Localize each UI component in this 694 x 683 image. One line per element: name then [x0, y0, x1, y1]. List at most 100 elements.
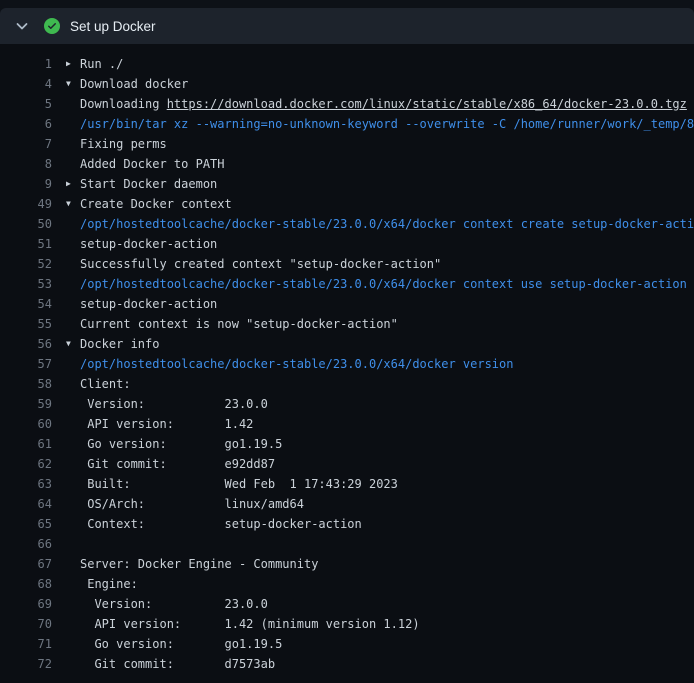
line-number[interactable]: 65 — [0, 514, 52, 534]
log-group-toggle[interactable]: 4 ▼ Download docker — [0, 74, 694, 94]
log-line: 59 Version: 23.0.0 — [0, 394, 694, 414]
log-text: Successfully created context "setup-dock… — [80, 254, 441, 274]
disclosure-icon — [66, 534, 80, 554]
log-text: /usr/bin/tar xz --warning=no-unknown-key… — [80, 114, 694, 134]
log-line: 61 Go version: go1.19.5 — [0, 434, 694, 454]
log-group-toggle[interactable]: 1 ▶ Run ./ — [0, 54, 694, 74]
line-number[interactable]: 49 — [0, 194, 52, 214]
log-text: Added Docker to PATH — [80, 154, 225, 174]
line-number[interactable]: 1 — [0, 54, 52, 74]
log-line: 6 /usr/bin/tar xz --warning=no-unknown-k… — [0, 114, 694, 134]
log-line: 68 Engine: — [0, 574, 694, 594]
log-line: 62 Git commit: e92dd87 — [0, 454, 694, 474]
disclosure-icon — [66, 274, 80, 294]
log-group-toggle[interactable]: 56 ▼ Docker info — [0, 334, 694, 354]
log-line: 70 API version: 1.42 (minimum version 1.… — [0, 614, 694, 634]
triangle-right-icon: ▶ — [66, 54, 80, 74]
log-line: 67 Server: Docker Engine - Community — [0, 554, 694, 574]
log-link[interactable]: https://download.docker.com/linux/static… — [167, 97, 687, 111]
disclosure-icon — [66, 294, 80, 314]
line-number[interactable]: 70 — [0, 614, 52, 634]
log-line: 71 Go version: go1.19.5 — [0, 634, 694, 654]
line-number[interactable]: 60 — [0, 414, 52, 434]
line-number[interactable]: 63 — [0, 474, 52, 494]
log-text: Download docker — [80, 74, 188, 94]
step-title: Set up Docker — [70, 19, 156, 34]
log-line: 55 Current context is now "setup-docker-… — [0, 314, 694, 334]
triangle-down-icon: ▼ — [66, 74, 80, 94]
disclosure-icon — [66, 394, 80, 414]
log-line: 72 Git commit: d7573ab — [0, 654, 694, 674]
line-number[interactable]: 50 — [0, 214, 52, 234]
log-text: Start Docker daemon — [80, 174, 217, 194]
log-text: Built: Wed Feb 1 17:43:29 2023 — [80, 474, 398, 494]
line-number[interactable]: 56 — [0, 334, 52, 354]
log-text: Downloading https://download.docker.com/… — [80, 94, 687, 114]
line-number[interactable]: 6 — [0, 114, 52, 134]
log-group-toggle[interactable]: 9 ▶ Start Docker daemon — [0, 174, 694, 194]
log-text: /opt/hostedtoolcache/docker-stable/23.0.… — [80, 214, 694, 234]
triangle-right-icon: ▶ — [66, 174, 80, 194]
disclosure-icon — [66, 474, 80, 494]
disclosure-icon — [66, 434, 80, 454]
log-line: 53 /opt/hostedtoolcache/docker-stable/23… — [0, 274, 694, 294]
line-number[interactable]: 66 — [0, 534, 52, 554]
log-line: 58 Client: — [0, 374, 694, 394]
line-number[interactable]: 54 — [0, 294, 52, 314]
line-number[interactable]: 57 — [0, 354, 52, 374]
log-text: Server: Docker Engine - Community — [80, 554, 318, 574]
step-header[interactable]: Set up Docker — [0, 8, 694, 44]
log-line: 52 Successfully created context "setup-d… — [0, 254, 694, 274]
disclosure-icon — [66, 134, 80, 154]
log-text: Version: 23.0.0 — [80, 594, 268, 614]
line-number[interactable]: 68 — [0, 574, 52, 594]
chevron-down-icon[interactable] — [14, 18, 30, 34]
line-number[interactable]: 58 — [0, 374, 52, 394]
disclosure-icon — [66, 554, 80, 574]
log-text: Engine: — [80, 574, 138, 594]
line-number[interactable]: 5 — [0, 94, 52, 114]
line-number[interactable]: 64 — [0, 494, 52, 514]
log-line: 69 Version: 23.0.0 — [0, 594, 694, 614]
line-number[interactable]: 53 — [0, 274, 52, 294]
line-number[interactable]: 4 — [0, 74, 52, 94]
log-text: setup-docker-action — [80, 294, 217, 314]
line-number[interactable]: 71 — [0, 634, 52, 654]
log-line: 57 /opt/hostedtoolcache/docker-stable/23… — [0, 354, 694, 374]
line-number[interactable]: 62 — [0, 454, 52, 474]
disclosure-icon — [66, 354, 80, 374]
line-number[interactable]: 8 — [0, 154, 52, 174]
log-group-toggle[interactable]: 49 ▼ Create Docker context — [0, 194, 694, 214]
disclosure-icon — [66, 254, 80, 274]
disclosure-icon — [66, 114, 80, 134]
log-text: Current context is now "setup-docker-act… — [80, 314, 398, 334]
line-number[interactable]: 67 — [0, 554, 52, 574]
disclosure-icon — [66, 414, 80, 434]
triangle-down-icon: ▼ — [66, 334, 80, 354]
log-text: API version: 1.42 (minimum version 1.12) — [80, 614, 420, 634]
line-number[interactable]: 59 — [0, 394, 52, 414]
log-line: 60 API version: 1.42 — [0, 414, 694, 434]
line-number[interactable]: 9 — [0, 174, 52, 194]
line-number[interactable]: 72 — [0, 654, 52, 674]
log-text: API version: 1.42 — [80, 414, 253, 434]
disclosure-icon — [66, 154, 80, 174]
disclosure-icon — [66, 454, 80, 474]
log-line: 5 Downloading https://download.docker.co… — [0, 94, 694, 114]
line-number[interactable]: 69 — [0, 594, 52, 614]
line-number[interactable]: 51 — [0, 234, 52, 254]
line-number[interactable]: 61 — [0, 434, 52, 454]
disclosure-icon — [66, 574, 80, 594]
disclosure-icon — [66, 234, 80, 254]
line-number[interactable]: 52 — [0, 254, 52, 274]
check-circle-icon — [44, 18, 60, 34]
line-number[interactable]: 7 — [0, 134, 52, 154]
line-number[interactable]: 55 — [0, 314, 52, 334]
log-text: Client: — [80, 374, 131, 394]
log-text: OS/Arch: linux/amd64 — [80, 494, 304, 514]
disclosure-icon — [66, 374, 80, 394]
log-line: 54 setup-docker-action — [0, 294, 694, 314]
log-text: setup-docker-action — [80, 234, 217, 254]
disclosure-icon — [66, 594, 80, 614]
log-line: 50 /opt/hostedtoolcache/docker-stable/23… — [0, 214, 694, 234]
